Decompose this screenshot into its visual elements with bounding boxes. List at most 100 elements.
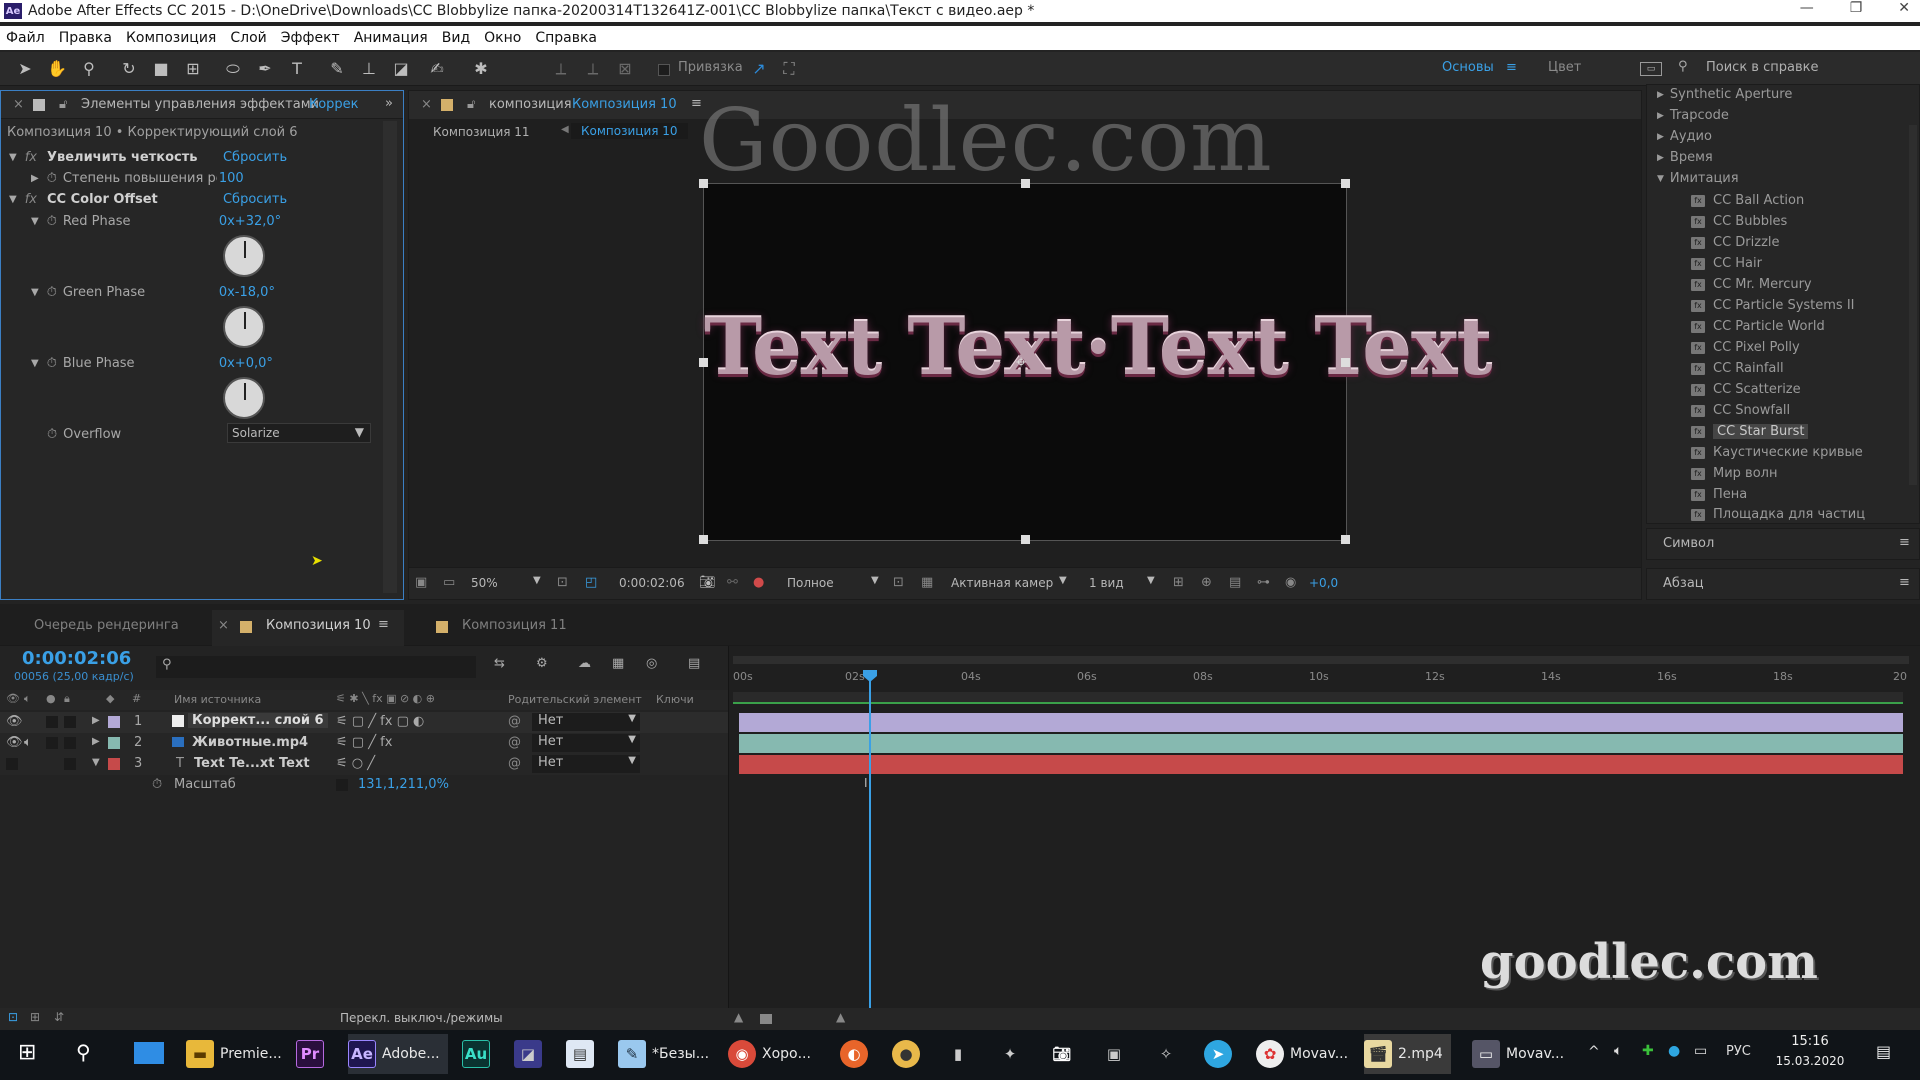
menu-help[interactable]: Справка bbox=[535, 30, 597, 46]
region-of-interest-icon[interactable]: ⊡ bbox=[893, 575, 904, 590]
help-search-icon[interactable]: ⚲ bbox=[1678, 59, 1688, 74]
effect-item[interactable]: fx CC Rainfall bbox=[1691, 361, 1784, 376]
reset-link[interactable]: Сбросить bbox=[223, 192, 287, 207]
snap-option-icon[interactable]: ↗ bbox=[748, 58, 770, 80]
taskbar-item-app[interactable]: ◪ bbox=[514, 1034, 548, 1074]
taskbar-item-camera[interactable]: 📷︎ bbox=[1048, 1034, 1082, 1074]
collapse-triangle-icon[interactable]: ▼ bbox=[92, 757, 100, 768]
clone-stamp-tool-icon[interactable]: ⊥ bbox=[358, 58, 380, 80]
panel-overflow-icon[interactable]: » bbox=[385, 96, 393, 111]
panel-menu-icon[interactable]: ≡ bbox=[378, 617, 389, 632]
effect-item[interactable]: fx Площадка для частиц bbox=[1691, 507, 1865, 522]
layer-switches-icon[interactable]: ⚟ ▢ ╱ fx bbox=[336, 735, 392, 750]
audio-icon[interactable]: 🔈︎ bbox=[24, 735, 32, 750]
effect-color-offset-row[interactable]: ▼ fx CC Color Offset Сбросить bbox=[1, 189, 381, 209]
lock-icon[interactable]: 🔒︎ bbox=[64, 692, 70, 706]
collapse-triangle-icon[interactable]: ▼ bbox=[9, 194, 17, 205]
rotate-tool-icon[interactable]: ↻ bbox=[118, 58, 140, 80]
help-search-input[interactable]: Поиск в справке bbox=[1706, 60, 1818, 75]
pick-whip-icon[interactable]: @ bbox=[508, 756, 521, 771]
lock-icon[interactable]: 🔓︎ bbox=[59, 97, 67, 112]
effect-item[interactable]: fx CC Pixel Polly bbox=[1691, 340, 1800, 355]
toggle-switches-modes[interactable]: Перекл. выключ./режимы bbox=[340, 1011, 503, 1025]
tab-composition-10-active[interactable]: × Композиция 10 ≡ bbox=[212, 610, 404, 646]
panel-menu-icon[interactable]: ≡ bbox=[1899, 535, 1910, 550]
workspace-menu-icon[interactable]: ≡ bbox=[1506, 60, 1517, 75]
visibility-toggle[interactable] bbox=[6, 758, 18, 770]
pick-whip-icon[interactable]: @ bbox=[508, 714, 521, 729]
parent-dropdown[interactable]: Нет ▼ bbox=[532, 755, 640, 773]
zoom-out-icon[interactable]: ▲ bbox=[734, 1010, 743, 1024]
taskbar-item-movavi-2[interactable]: ▭ Movav... bbox=[1472, 1034, 1564, 1074]
tray-app-icon[interactable]: ✚ bbox=[1642, 1043, 1654, 1059]
zoom-tool-icon[interactable]: ⚲ bbox=[78, 58, 100, 80]
transform-handle[interactable] bbox=[1021, 179, 1030, 188]
transform-handle[interactable] bbox=[1341, 179, 1350, 188]
reset-exposure-icon[interactable]: ◉ bbox=[1285, 575, 1296, 590]
network-icon[interactable]: ▭ bbox=[1694, 1043, 1707, 1059]
clock-date[interactable]: 15.03.2020 bbox=[1770, 1054, 1850, 1068]
timeline-search-input[interactable]: ⚲ bbox=[156, 656, 476, 678]
notifications-icon[interactable]: ▤ bbox=[1876, 1042, 1891, 1061]
workspace-color[interactable]: Цвет bbox=[1548, 60, 1581, 75]
param-value[interactable]: 0x+32,0° bbox=[219, 214, 281, 229]
roto-brush-tool-icon[interactable]: ✍ bbox=[426, 58, 448, 80]
panel-menu-icon[interactable]: ≡ bbox=[1899, 575, 1910, 590]
taskbar-item-video[interactable]: 🎬︎ 2.mp4 bbox=[1364, 1034, 1451, 1074]
fx-icon[interactable]: fx bbox=[25, 150, 37, 165]
layer-name[interactable]: Животные.mp4 bbox=[192, 735, 308, 750]
transform-handle[interactable] bbox=[699, 535, 708, 544]
effect-item-selected[interactable]: fx CC Star Burst bbox=[1691, 424, 1809, 439]
effect-item[interactable]: fx CC Mr. Mercury bbox=[1691, 277, 1812, 292]
maximize-icon[interactable]: ❐ bbox=[1850, 0, 1863, 16]
effect-controls-tab-target[interactable]: Коррек bbox=[309, 97, 359, 112]
hand-tool-icon[interactable]: ✋ bbox=[46, 58, 68, 80]
effect-controls-tab-label[interactable]: Элементы управления эффектами bbox=[81, 97, 319, 112]
effect-item[interactable]: fx CC Scatterize bbox=[1691, 382, 1801, 397]
camera-view-dropdown[interactable]: Активная камер bbox=[951, 576, 1053, 590]
axis-local-icon[interactable]: ⟂ bbox=[550, 58, 572, 80]
camera-snapshot-icon[interactable]: 📷︎ bbox=[699, 575, 716, 590]
transform-handle[interactable] bbox=[1021, 535, 1030, 544]
chevron-down-icon[interactable]: ▼ bbox=[533, 575, 541, 586]
table-row[interactable]: 👁︎ 🔈︎ ▶ 2 Животные.mp4 ⚟ ▢ ╱ fx @ Нет ▼ bbox=[0, 733, 728, 754]
menu-window[interactable]: Окно bbox=[484, 30, 521, 46]
taskbar-item-audition[interactable]: Au bbox=[462, 1034, 496, 1074]
collapse-triangle-icon[interactable]: ▼ bbox=[31, 287, 39, 298]
visibility-icon[interactable]: 👁︎ bbox=[6, 714, 23, 729]
parent-dropdown[interactable]: Нет ▼ bbox=[532, 734, 640, 752]
pick-whip-icon[interactable]: @ bbox=[508, 735, 521, 750]
collapse-triangle-icon[interactable]: ▼ bbox=[9, 152, 17, 163]
menu-file[interactable]: Файл bbox=[6, 30, 45, 46]
effect-item[interactable]: fx CC Snowfall bbox=[1691, 403, 1790, 418]
layer-name[interactable]: Text Te...xt Text bbox=[194, 756, 310, 771]
layer-bar-1[interactable] bbox=[739, 713, 1903, 732]
close-icon[interactable]: ✕ bbox=[1898, 0, 1910, 16]
effect-item[interactable]: fx Каустические кривые bbox=[1691, 445, 1863, 460]
shy-layers-icon[interactable]: ☁ bbox=[578, 656, 591, 671]
transform-handle[interactable] bbox=[1341, 358, 1350, 367]
input-language[interactable]: РУС bbox=[1726, 1044, 1751, 1059]
red-phase-dial[interactable] bbox=[223, 235, 265, 277]
chevron-down-icon[interactable]: ▼ bbox=[871, 575, 879, 586]
toggle-pixel-aspect-icon[interactable]: ⊞ bbox=[1173, 575, 1184, 590]
composition-tab-name[interactable]: Композиция 10 bbox=[572, 97, 677, 112]
fit-icon[interactable]: ⊡ bbox=[557, 575, 568, 590]
breadcrumb-item-active[interactable]: Композиция 10 bbox=[571, 123, 688, 139]
show-snapshot-icon[interactable]: ⚯ bbox=[727, 575, 738, 590]
panel-scrollbar[interactable] bbox=[383, 121, 397, 593]
effect-item[interactable]: fx Пена bbox=[1691, 487, 1747, 502]
in-out-toggle-icon[interactable]: ⇵ bbox=[54, 1010, 64, 1024]
panel-close-icon[interactable]: × bbox=[421, 97, 432, 112]
menu-composition[interactable]: Композиция bbox=[126, 30, 216, 46]
transform-handle[interactable] bbox=[699, 358, 708, 367]
table-row[interactable]: ▼ 3 T Text Te...xt Text ⚟ ○ ╱ @ Нет ▼ bbox=[0, 754, 728, 775]
current-time-indicator[interactable] bbox=[869, 672, 871, 1012]
taskbar-item-telegram[interactable]: ➤ bbox=[1204, 1034, 1238, 1074]
fast-preview-icon[interactable]: ⊕ bbox=[1201, 575, 1212, 590]
snap-grid-icon[interactable]: ⛶ bbox=[778, 58, 800, 80]
selection-tool-icon[interactable]: ➤ bbox=[14, 58, 36, 80]
graph-editor-icon[interactable]: ▤ bbox=[688, 656, 700, 671]
effect-item[interactable]: fx CC Ball Action bbox=[1691, 193, 1804, 208]
solo-toggle[interactable] bbox=[46, 737, 58, 749]
